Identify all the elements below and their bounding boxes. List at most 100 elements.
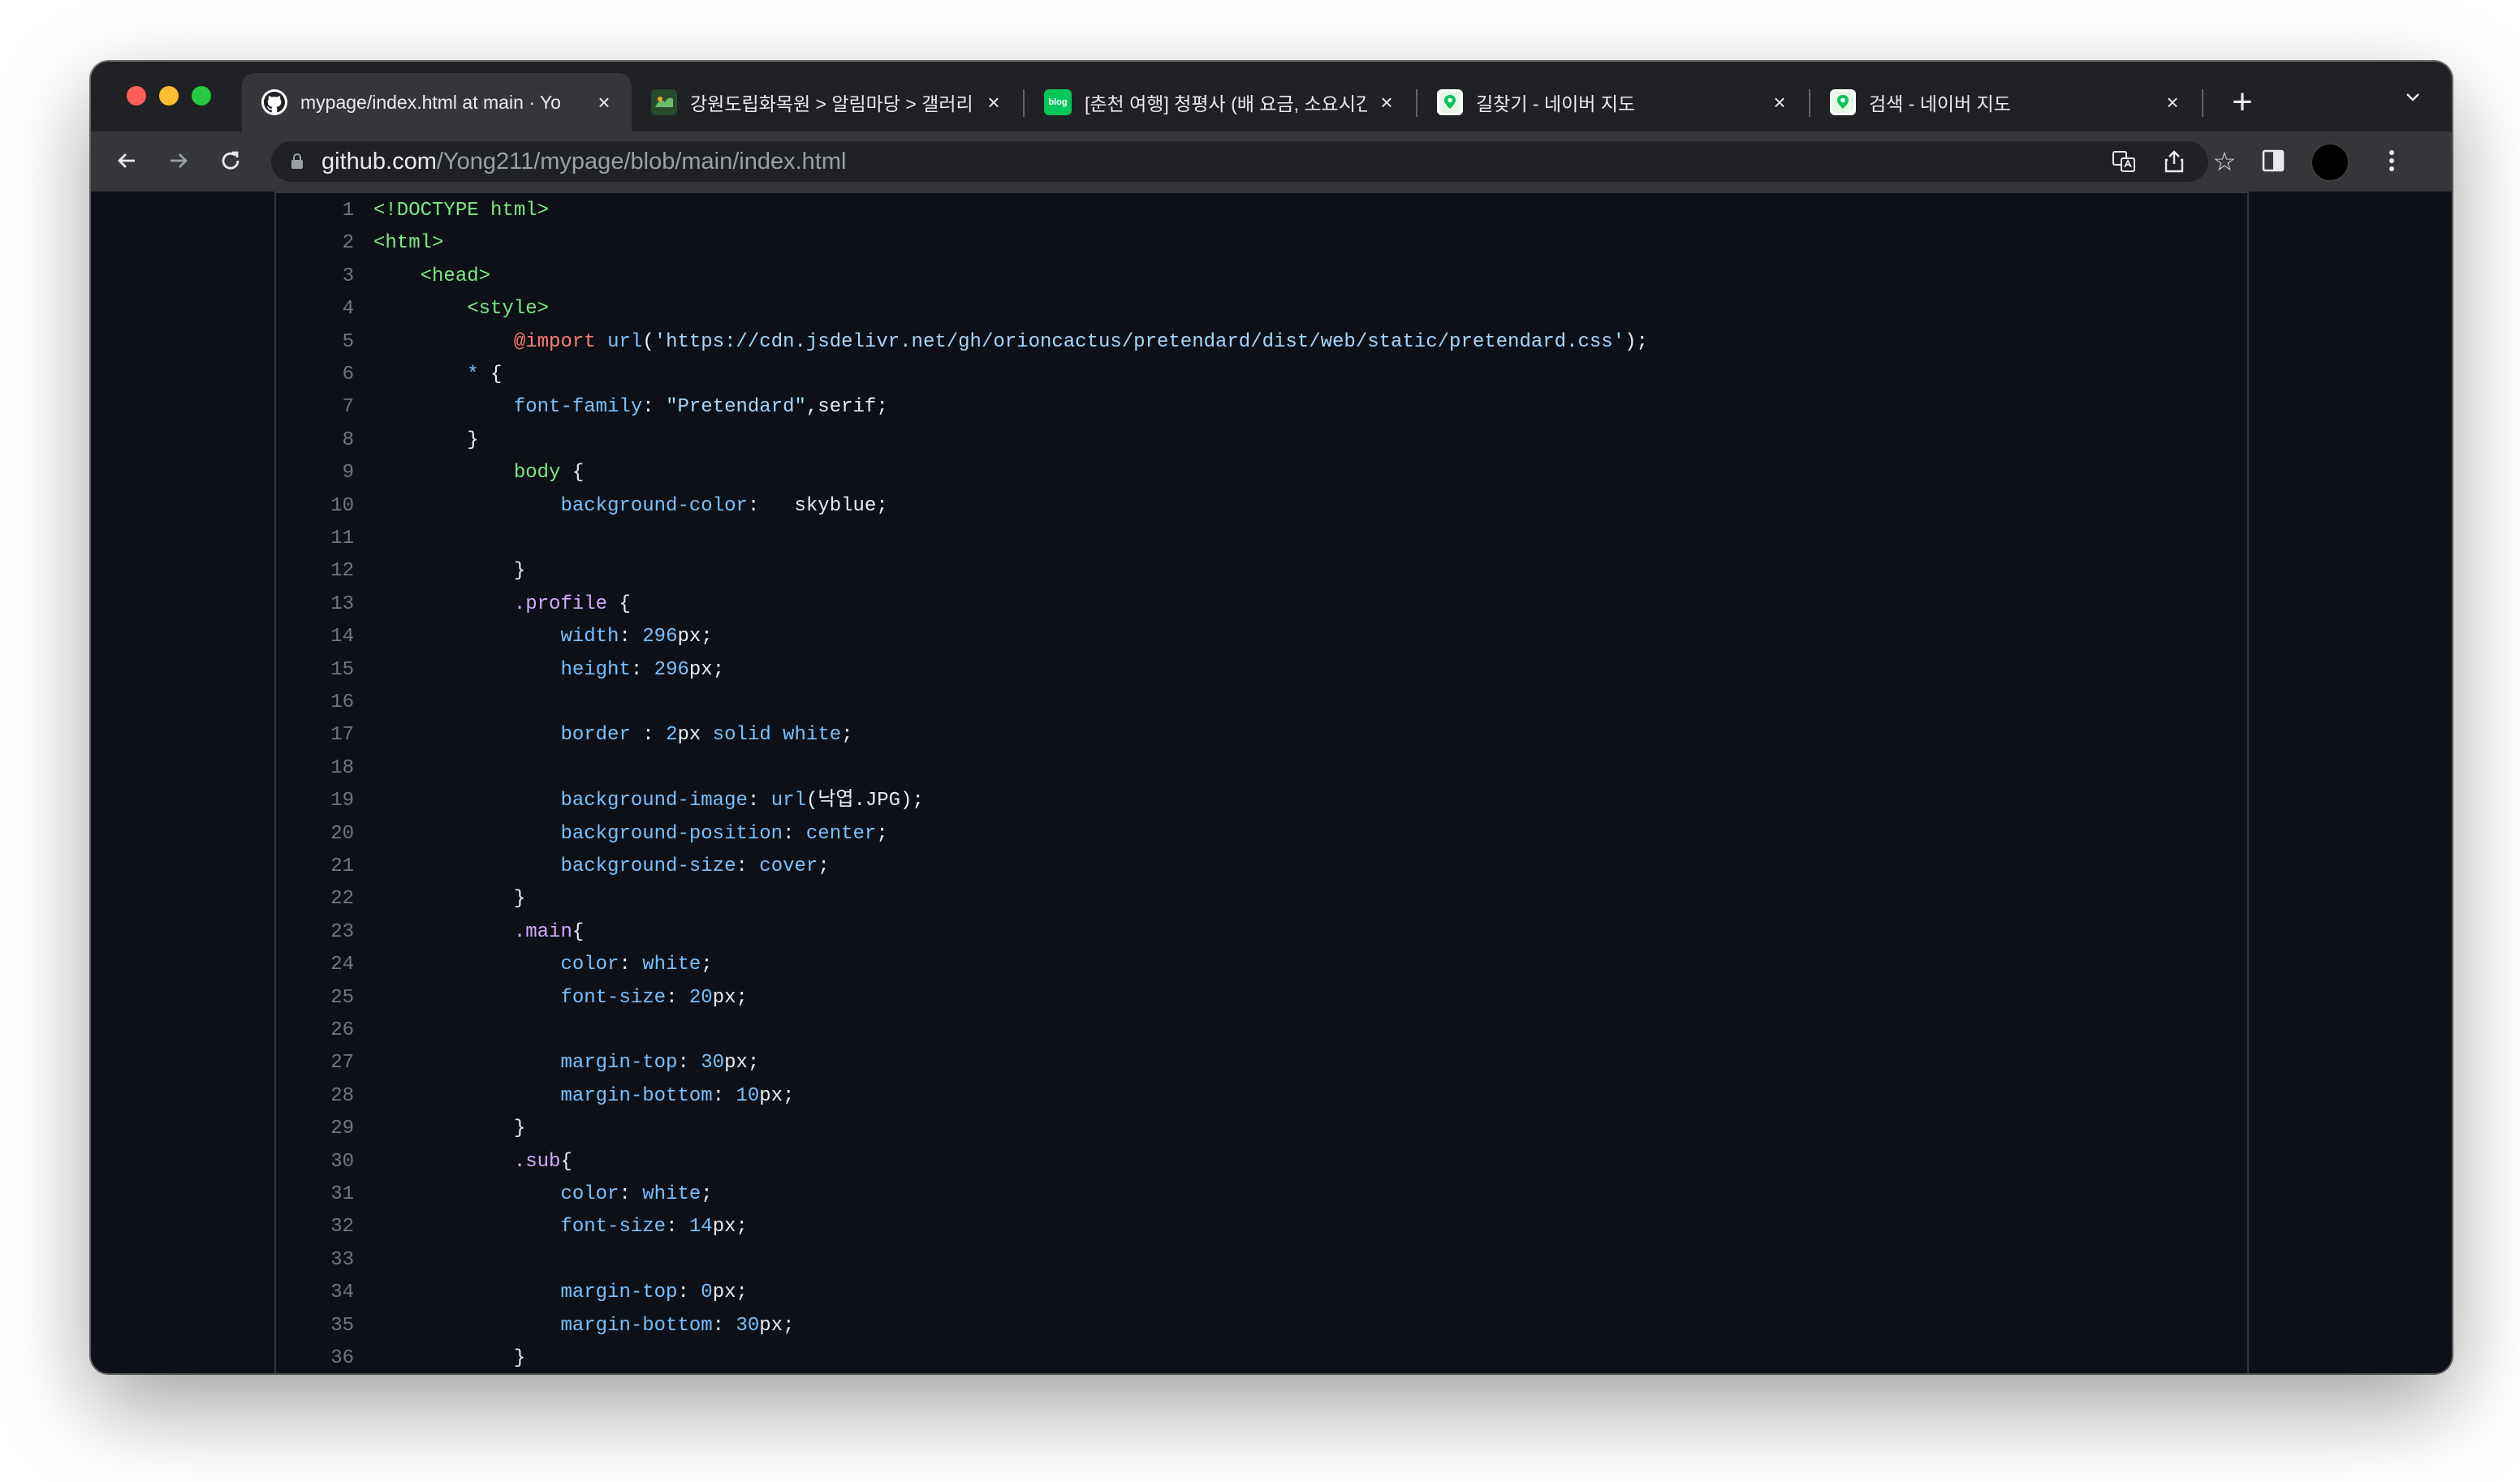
line-number[interactable]: 3 — [276, 261, 354, 293]
back-arrow-icon[interactable] — [107, 141, 146, 180]
line-number[interactable]: 19 — [276, 785, 354, 817]
line-number[interactable]: 22 — [276, 883, 354, 915]
browser-menu-icon[interactable] — [2372, 141, 2411, 180]
line-number[interactable]: 13 — [276, 588, 354, 621]
tab-close-icon[interactable]: × — [982, 90, 1005, 115]
line-number[interactable]: 20 — [276, 818, 354, 851]
line-number[interactable]: 4 — [276, 293, 354, 325]
code-text: .sub{ — [513, 1150, 572, 1173]
code-line: 20 background-position: center; — [276, 818, 2247, 851]
line-number[interactable]: 2 — [276, 227, 354, 260]
code-line: 5 @import url('https://cdn.jsdelivr.net/… — [276, 326, 2247, 359]
tab-close-icon[interactable]: × — [1375, 90, 1398, 115]
translate-icon[interactable] — [2106, 141, 2142, 182]
code-text: } — [373, 1118, 526, 1140]
line-number[interactable]: 30 — [276, 1146, 354, 1178]
code-line: 14 width: 296px; — [276, 621, 2247, 653]
code-line: 7 font-family: "Pretendard",serif; — [276, 391, 2247, 424]
code-text: } — [373, 429, 479, 451]
code-text: color: white; — [560, 954, 713, 976]
code-line: 24 color: white; — [276, 949, 2247, 981]
line-number[interactable]: 12 — [276, 555, 354, 588]
line-number[interactable]: 32 — [276, 1211, 354, 1243]
window-maximize-button[interactable] — [192, 86, 211, 106]
forward-arrow-icon[interactable] — [159, 141, 198, 180]
code-line: 34 margin-top: 0px; — [276, 1277, 2247, 1309]
line-number[interactable]: 35 — [276, 1310, 354, 1342]
line-number[interactable]: 34 — [276, 1277, 354, 1309]
code-line: 25 font-size: 20px; — [276, 982, 2247, 1015]
code-line: 33 — [276, 1244, 2247, 1277]
code-view[interactable]: 1 <!DOCTYPE html> 2 <html> 3 <head> 4 <style>… — [274, 192, 2249, 1373]
code-text: color: white; — [560, 1183, 713, 1205]
reload-icon[interactable] — [211, 141, 250, 180]
tab-naver-search[interactable]: 검색 - 네이버 지도 × — [1810, 73, 2200, 131]
tab-chuncheon-blog[interactable]: blog [춘천 여행] 청평사 (배 요금, 소요시간 × — [1025, 73, 1414, 131]
line-number[interactable]: 8 — [276, 424, 354, 457]
line-number[interactable]: 6 — [276, 359, 354, 391]
code-line: 11 — [276, 523, 2247, 555]
line-number[interactable]: 29 — [276, 1113, 354, 1145]
line-number[interactable]: 17 — [276, 719, 354, 752]
tab-garden-gallery[interactable]: 강원도립화목원 > 알림마당 > 갤러리 × — [632, 73, 1021, 131]
window-minimize-button[interactable] — [159, 86, 179, 106]
line-number[interactable]: 11 — [276, 523, 354, 555]
profile-avatar[interactable] — [2311, 143, 2350, 182]
code-line: 17 border : 2px solid white; — [276, 719, 2247, 752]
address-bar[interactable]: github.com/Yong211/mypage/blob/main/inde… — [271, 141, 2236, 182]
line-number[interactable]: 23 — [276, 916, 354, 949]
line-number[interactable]: 25 — [276, 982, 354, 1015]
line-number[interactable]: 1 — [276, 195, 354, 227]
code-line: 27 margin-top: 30px; — [276, 1047, 2247, 1079]
code-line: 4 <style> — [276, 293, 2247, 325]
line-number[interactable]: 7 — [276, 391, 354, 424]
line-number[interactable]: 16 — [276, 687, 354, 719]
line-number[interactable]: 31 — [276, 1178, 354, 1211]
code-line: 26 — [276, 1015, 2247, 1047]
code-line: 2 <html> — [276, 227, 2247, 260]
line-number[interactable]: 15 — [276, 654, 354, 687]
side-panel-icon[interactable] — [2254, 141, 2293, 180]
share-icon[interactable] — [2156, 141, 2192, 182]
url-text[interactable]: github.com/Yong211/mypage/blob/main/inde… — [321, 141, 846, 182]
line-number[interactable]: 28 — [276, 1080, 354, 1113]
line-number[interactable]: 10 — [276, 490, 354, 523]
code-text: margin-top: 30px; — [560, 1052, 760, 1075]
line-number[interactable]: 18 — [276, 752, 354, 785]
code-line: 6 * { — [276, 359, 2247, 391]
code-text: <style> — [467, 298, 550, 321]
tab-close-icon[interactable]: × — [2161, 90, 2184, 115]
code-text: .main{ — [513, 920, 585, 943]
line-number[interactable]: 33 — [276, 1244, 354, 1277]
new-tab-button[interactable]: + — [2218, 78, 2267, 127]
url-path: /Yong211/mypage/blob/main/index.html — [436, 149, 847, 174]
code-line: 13 .profile { — [276, 588, 2247, 621]
line-number[interactable]: 24 — [276, 949, 354, 981]
code-text: font-size: 14px; — [560, 1216, 748, 1239]
code-text: <head> — [420, 265, 491, 287]
tab-close-icon[interactable]: × — [1768, 90, 1791, 115]
code-line: 36 } — [276, 1342, 2247, 1373]
tab-github-index[interactable]: mypage/index.html at main · Yo × — [242, 73, 632, 131]
tab-title: [춘천 여행] 청평사 (배 요금, 소요시간 — [1085, 93, 1367, 114]
browser-toolbar: github.com/Yong211/mypage/blob/main/inde… — [91, 131, 2452, 193]
code-line: 3 <head> — [276, 261, 2247, 293]
code-text: margin-bottom: 30px; — [560, 1314, 795, 1337]
code-line: 9 body { — [276, 457, 2247, 489]
tab-strip: mypage/index.html at main · Yo × 강원도립화목원… — [91, 62, 2452, 131]
line-number[interactable]: 26 — [276, 1015, 354, 1047]
tab-close-icon[interactable]: × — [593, 90, 615, 115]
lock-icon — [291, 153, 303, 169]
code-text: } — [373, 888, 526, 911]
line-number[interactable]: 9 — [276, 457, 354, 489]
bookmark-star-icon[interactable]: ☆ — [2207, 141, 2242, 182]
line-number[interactable]: 27 — [276, 1047, 354, 1079]
line-number[interactable]: 21 — [276, 851, 354, 883]
line-number[interactable]: 36 — [276, 1342, 354, 1373]
code-text: margin-top: 0px; — [560, 1282, 748, 1304]
window-close-button[interactable] — [127, 86, 146, 106]
line-number[interactable]: 5 — [276, 326, 354, 359]
tab-naver-directions[interactable]: 길찾기 - 네이버 지도 × — [1418, 73, 1807, 131]
tab-search-chevron-icon[interactable] — [2397, 84, 2429, 117]
line-number[interactable]: 14 — [276, 621, 354, 653]
